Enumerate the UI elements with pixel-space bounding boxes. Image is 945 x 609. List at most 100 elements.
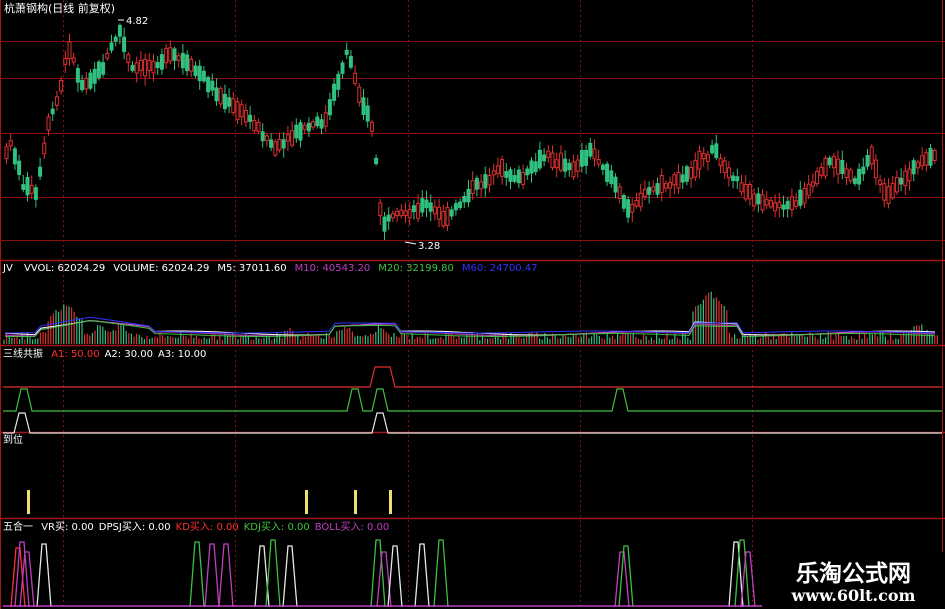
- candle-body: [752, 193, 757, 207]
- candle-body: [802, 187, 807, 204]
- candle-body: [827, 157, 832, 166]
- candle-body: [474, 177, 479, 190]
- candle-body: [521, 172, 526, 185]
- candle-body: [46, 116, 51, 131]
- candle-body: [764, 199, 769, 206]
- candle-body: [348, 55, 353, 68]
- volume-indicator-4: M20: 32199.80: [378, 263, 454, 274]
- candle-body: [479, 181, 484, 190]
- candle-body: [869, 146, 874, 165]
- candle-body: [722, 160, 727, 173]
- candle-body: [634, 199, 639, 207]
- candle-body: [676, 172, 681, 189]
- stock-chart-canvas[interactable]: [0, 0, 945, 609]
- volume-indicator-3: M10: 40543.20: [294, 263, 371, 274]
- volume-indicator-0: VVOL: 62024.29: [23, 263, 106, 274]
- candle-body: [399, 209, 404, 217]
- candle-body: [567, 162, 572, 171]
- candle-body: [491, 170, 496, 176]
- candle-body: [504, 171, 509, 178]
- candle-body: [710, 145, 715, 154]
- candle-body: [92, 68, 97, 84]
- candle-body: [743, 184, 748, 200]
- low-marker: [404, 241, 417, 245]
- candle-body: [470, 180, 475, 195]
- candle-body: [113, 36, 118, 42]
- candle-body: [193, 65, 198, 77]
- volume-prefix: JV: [3, 263, 13, 274]
- candle-body: [672, 174, 677, 186]
- candle-body: [88, 72, 93, 89]
- candle-body: [689, 167, 694, 179]
- candle-body: [101, 62, 106, 75]
- candle-body: [697, 150, 702, 170]
- candle-body: [848, 169, 853, 182]
- candle-body: [172, 48, 177, 61]
- candle-body: [852, 178, 857, 184]
- candle-body: [420, 198, 425, 213]
- wuheyi-value-3: KDJ买入: 0.00: [243, 522, 310, 533]
- candle-body: [277, 138, 282, 151]
- candle-body: [487, 174, 492, 186]
- candle-body: [525, 168, 530, 176]
- candle-body: [655, 183, 660, 195]
- wuheyi-signal-spike: [433, 539, 449, 608]
- chart-title: 杭萧钢构(日线 前复权): [4, 2, 116, 15]
- candle-body: [579, 149, 584, 167]
- candle-body: [84, 77, 89, 90]
- daowei-signal-bar: [305, 490, 308, 514]
- candle-body: [117, 24, 122, 37]
- candle-body: [445, 207, 450, 226]
- candle-body: [437, 206, 442, 220]
- candle-body: [256, 121, 261, 132]
- candle-body: [323, 112, 328, 127]
- volume-panel-header: JV VVOL: 62024.29 VOLUME: 62024.29 M5: 370…: [3, 263, 537, 275]
- candle-body: [218, 88, 223, 105]
- wuheyi-signal-spike: [36, 543, 52, 608]
- candle-body: [453, 203, 458, 211]
- candle-body: [718, 158, 723, 166]
- candle-body: [836, 158, 841, 175]
- candle-body: [739, 182, 744, 193]
- sanxian-a2-line: [3, 388, 942, 412]
- candle-body: [411, 205, 416, 213]
- candle-body: [147, 60, 152, 71]
- wuheyi-value-0: VR买: 0.00: [41, 522, 94, 533]
- candle-body: [33, 187, 38, 200]
- candle-body: [374, 157, 379, 165]
- candle-body: [189, 58, 194, 72]
- candle-body: [395, 210, 400, 217]
- candle-body: [332, 83, 337, 101]
- candle-body: [865, 155, 870, 167]
- daowei-signal-bar: [389, 490, 392, 514]
- candle-body: [899, 177, 904, 185]
- candle-body: [8, 140, 13, 147]
- candle-body: [605, 163, 610, 182]
- candle-body: [844, 168, 849, 179]
- candle-body: [533, 161, 538, 173]
- candle-body: [861, 166, 866, 175]
- candle-body: [264, 135, 269, 142]
- candle-body: [344, 49, 349, 55]
- candle-body: [915, 161, 920, 169]
- candle-body: [630, 203, 635, 213]
- candle-body: [210, 80, 215, 91]
- candle-body: [907, 168, 912, 182]
- daowei-signal-bar: [354, 490, 357, 514]
- candle-body: [269, 139, 274, 148]
- candle-body: [638, 192, 643, 208]
- candle-body: [924, 152, 929, 166]
- sanxian-a1-pulse: [369, 366, 942, 388]
- candle-body: [336, 73, 341, 90]
- candle-body: [214, 87, 219, 102]
- wuheyi-name: 五合一: [3, 522, 33, 533]
- candle-body: [235, 101, 240, 120]
- candle-body: [273, 141, 278, 156]
- candle-body: [407, 208, 412, 219]
- candle-body: [306, 122, 311, 132]
- candle-body: [878, 179, 883, 186]
- candle-body: [873, 159, 878, 179]
- volume-ma10-line: [4, 320, 936, 337]
- candle-body: [428, 202, 433, 212]
- candle-body: [75, 68, 80, 83]
